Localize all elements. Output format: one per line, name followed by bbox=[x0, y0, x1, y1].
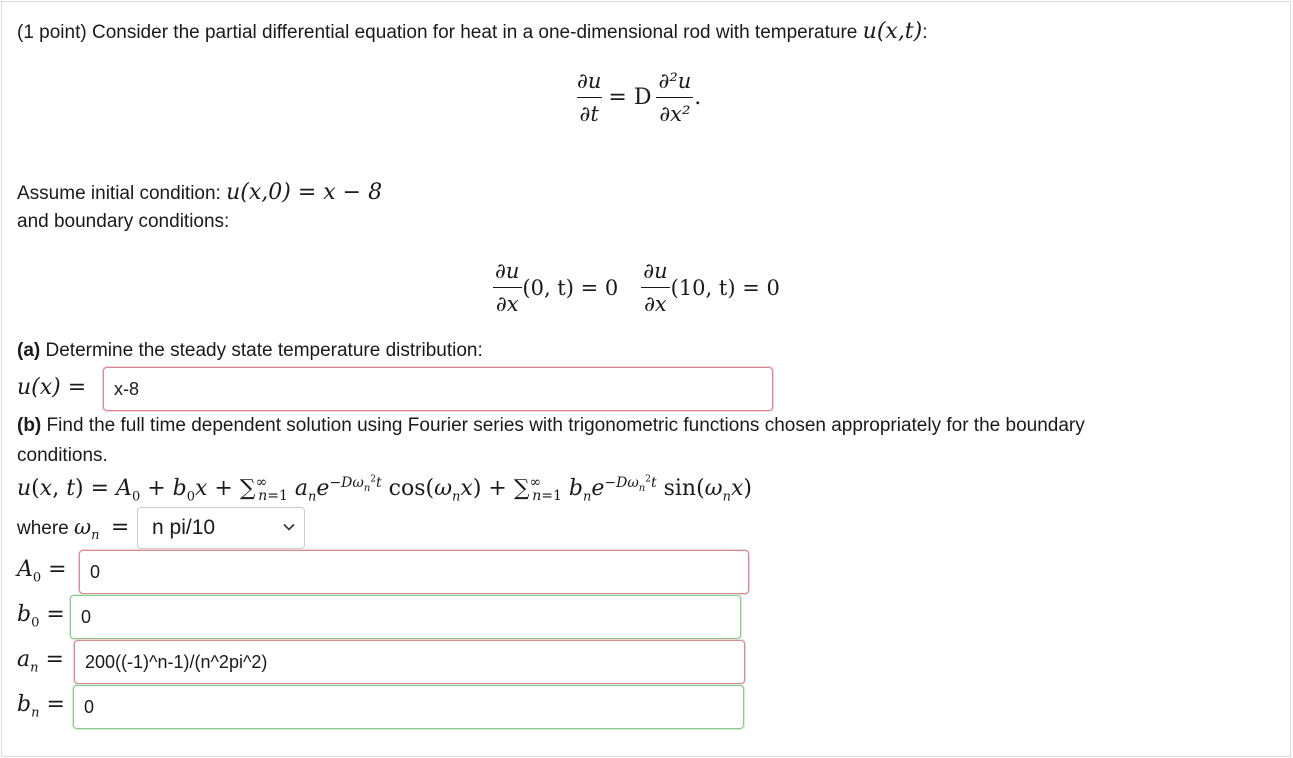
omega-select[interactable]: n pi/10 bbox=[137, 507, 305, 549]
chevron-down-icon bbox=[283, 523, 295, 531]
an-label: an = bbox=[17, 647, 64, 676]
bc-left-den: ∂x bbox=[492, 287, 522, 317]
part-a-prompt: (a) Determine the steady state temperatu… bbox=[17, 340, 483, 362]
pde-equals: = D bbox=[608, 85, 652, 110]
omega-equals: = bbox=[110, 515, 130, 540]
A0-label: A0 = bbox=[17, 557, 67, 586]
an-value: 200((-1)^n-1)/(n^2pi^2) bbox=[85, 651, 268, 672]
pde-lhs-den: ∂t bbox=[576, 97, 602, 127]
part-b-prompt: (b) Find the full time dependent solutio… bbox=[17, 415, 1085, 437]
problem-intro: (1 point) Consider the partial different… bbox=[17, 19, 928, 44]
boundary-conditions-label: and boundary conditions: bbox=[17, 211, 230, 232]
bn-label: bn = bbox=[17, 692, 65, 721]
pde-rhs-fraction: ∂²u ∂x² bbox=[655, 68, 694, 127]
pde-lhs-fraction: ∂u ∂t bbox=[574, 68, 604, 127]
bc-left-rest: (0, t) = 0 bbox=[522, 275, 619, 300]
pde-lhs-num: ∂u bbox=[577, 69, 602, 93]
steady-state-value: x-8 bbox=[114, 378, 140, 399]
boundary-conditions: ∂u ∂x (0, t) = 0 ∂u ∂x (10, t) = 0 bbox=[492, 258, 780, 317]
part-b-text-line1: Find the full time dependent solution us… bbox=[46, 415, 1085, 436]
part-a-tag: (a) bbox=[17, 340, 41, 361]
intro-colon: : bbox=[922, 22, 928, 43]
steady-state-input[interactable]: x-8 bbox=[103, 367, 773, 411]
A0-input[interactable]: 0 bbox=[79, 550, 749, 594]
bc-right-den: ∂x bbox=[641, 287, 670, 317]
bc-right-num: ∂u bbox=[643, 259, 668, 283]
pde-rhs-num: ∂²u bbox=[658, 69, 692, 93]
bc-right-rest: (10, t) = 0 bbox=[670, 275, 780, 300]
initial-condition: Assume initial condition: u(x,0) = x − 8 bbox=[17, 180, 382, 205]
part-a-text: Determine the steady state temperature d… bbox=[45, 340, 483, 361]
intro-variable: u(x,t) bbox=[862, 19, 923, 44]
pde-rhs-den: ∂x² bbox=[656, 97, 694, 127]
b0-value: 0 bbox=[81, 606, 92, 627]
A0-value: 0 bbox=[90, 561, 101, 582]
intro-text: (1 point) Consider the partial different… bbox=[17, 22, 858, 43]
b0-input[interactable]: 0 bbox=[70, 595, 741, 639]
bn-input[interactable]: 0 bbox=[73, 685, 744, 729]
bc-left-fraction: ∂u ∂x bbox=[492, 258, 522, 317]
initial-condition-label: Assume initial condition: bbox=[17, 183, 221, 204]
initial-condition-math: u(x,0) = x − 8 bbox=[226, 180, 383, 205]
part-a-lhs: u(x) = bbox=[17, 375, 87, 400]
part-b-tag: (b) bbox=[17, 415, 42, 436]
pde-period: . bbox=[694, 85, 702, 110]
bn-value: 0 bbox=[84, 696, 95, 717]
bc-right-fraction: ∂u ∂x bbox=[640, 258, 670, 317]
bc-left-num: ∂u bbox=[495, 259, 520, 283]
an-input[interactable]: 200((-1)^n-1)/(n^2pi^2) bbox=[74, 640, 745, 684]
part-b-text-line2: conditions. bbox=[17, 445, 108, 466]
omega-select-value: n pi/10 bbox=[152, 516, 216, 539]
where-text: where bbox=[17, 518, 69, 539]
b0-label: b0 = bbox=[17, 602, 65, 631]
heat-equation: ∂u ∂t = D ∂²u ∂x² . bbox=[574, 68, 701, 127]
series-solution-formula: u(x, t) = A0 + b0x + ∑∞n=1 ane−Dωn2t cos… bbox=[17, 474, 753, 505]
where-omega: where ωn = bbox=[17, 515, 130, 544]
